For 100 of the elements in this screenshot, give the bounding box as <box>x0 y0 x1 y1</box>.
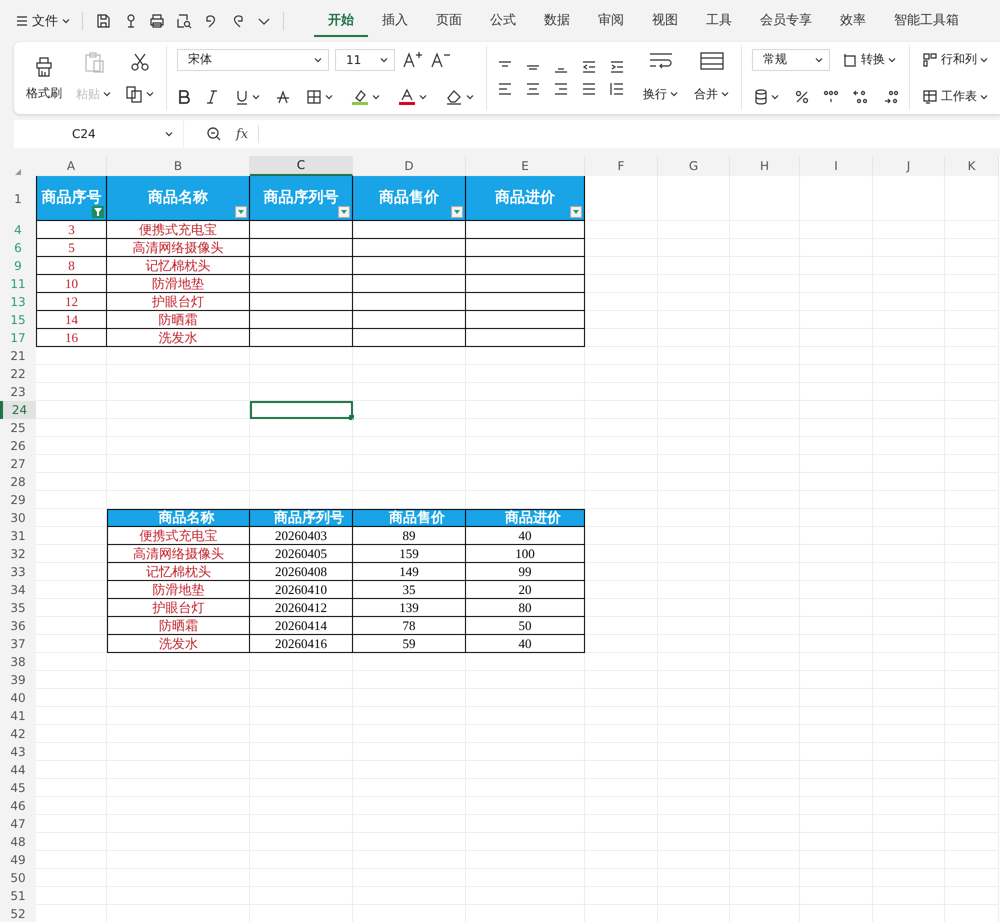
column-header[interactable]: G <box>658 156 730 176</box>
grid-cell[interactable] <box>466 653 585 671</box>
grid-cell[interactable] <box>466 347 585 365</box>
caret-icon[interactable] <box>888 56 896 62</box>
grid-cell[interactable] <box>585 635 658 653</box>
decrease-decimal-icon[interactable] <box>883 90 899 104</box>
caret-icon[interactable] <box>980 56 988 62</box>
ribbon-tab[interactable]: 公式 <box>476 5 530 37</box>
caret-icon[interactable] <box>380 56 388 62</box>
row-header[interactable]: 45 <box>0 779 36 797</box>
column-header[interactable]: F <box>585 156 658 176</box>
grid-cell[interactable] <box>107 383 250 401</box>
grid-cell[interactable] <box>250 419 353 437</box>
caret-icon[interactable] <box>252 94 260 100</box>
row-header[interactable]: 23 <box>0 383 36 401</box>
thousands-separator-icon[interactable] <box>823 90 839 104</box>
row-header[interactable]: 43 <box>0 743 36 761</box>
justify-icon[interactable] <box>581 82 597 96</box>
row-header[interactable]: 26 <box>0 437 36 455</box>
caret-icon[interactable] <box>721 91 729 98</box>
ribbon-tab[interactable]: 页面 <box>422 5 476 37</box>
bold-icon[interactable] <box>177 88 191 104</box>
row-header[interactable]: 42 <box>0 725 36 743</box>
save-icon[interactable] <box>95 13 111 29</box>
row-header[interactable]: 25 <box>0 419 36 437</box>
filter-dropdown-button[interactable] <box>235 206 247 218</box>
database-icon[interactable] <box>754 88 768 104</box>
row-header[interactable]: 38 <box>0 653 36 671</box>
column-header[interactable]: K <box>945 156 999 176</box>
convert-button[interactable]: 转换 <box>840 49 898 70</box>
caret-icon[interactable] <box>325 94 333 100</box>
caret-icon[interactable] <box>62 18 70 24</box>
column-header[interactable]: D <box>353 156 466 176</box>
zoom-out-icon[interactable] <box>206 126 222 142</box>
grid-cell[interactable] <box>585 653 658 671</box>
grid-cell[interactable] <box>945 176 999 221</box>
row-header[interactable]: 33 <box>0 563 36 581</box>
distributed-icon[interactable] <box>609 82 625 96</box>
grid-cell[interactable] <box>36 491 107 509</box>
grid-cell[interactable] <box>353 653 466 671</box>
grid-cell[interactable] <box>250 347 353 365</box>
grid-cell[interactable] <box>800 176 873 221</box>
ribbon-tab[interactable]: 智能工具箱 <box>880 5 973 37</box>
ribbon-tab[interactable]: 插入 <box>368 5 422 37</box>
underline-icon[interactable] <box>235 88 249 104</box>
ribbon-tab[interactable]: 效率 <box>826 5 880 37</box>
merge-cells-icon[interactable] <box>698 51 724 72</box>
ribbon-tab[interactable]: 开始 <box>314 5 368 37</box>
increase-decimal-icon[interactable] <box>853 90 869 104</box>
ribbon-tab[interactable]: 视图 <box>638 5 692 37</box>
grid-cell[interactable] <box>585 527 658 545</box>
column-header[interactable]: H <box>730 156 800 176</box>
name-box[interactable]: C24 <box>14 120 184 148</box>
align-left-icon[interactable] <box>497 82 513 96</box>
grid-cell[interactable] <box>730 176 800 221</box>
row-header[interactable]: 24 <box>0 401 36 419</box>
caret-icon[interactable] <box>372 94 380 100</box>
decrease-indent-icon[interactable] <box>581 60 597 74</box>
grid-cell[interactable] <box>36 581 107 599</box>
decrease-font-icon[interactable] <box>429 50 451 68</box>
row-header[interactable]: 30 <box>0 509 36 527</box>
row-header[interactable]: 31 <box>0 527 36 545</box>
row-header[interactable]: 48 <box>0 833 36 851</box>
row-header[interactable]: 50 <box>0 869 36 887</box>
rows-columns-button[interactable]: 行和列 <box>920 49 990 70</box>
font-size-select[interactable]: 11 <box>335 48 395 70</box>
grid-cell[interactable] <box>36 617 107 635</box>
row-header[interactable]: 28 <box>0 473 36 491</box>
grid-cell[interactable] <box>250 653 353 671</box>
grid-cell[interactable] <box>585 275 658 293</box>
grid-cell[interactable] <box>36 545 107 563</box>
grid-cell[interactable] <box>36 419 107 437</box>
column-header[interactable]: A <box>36 156 107 176</box>
eraser-icon[interactable] <box>445 88 463 106</box>
grid-cell[interactable] <box>36 383 107 401</box>
grid-cell[interactable] <box>585 239 658 257</box>
align-right-icon[interactable] <box>553 82 569 96</box>
grid-cell[interactable] <box>585 257 658 275</box>
row-header[interactable]: 51 <box>0 887 36 905</box>
column-header[interactable]: E <box>466 156 585 176</box>
grid-cell[interactable] <box>585 545 658 563</box>
row-header[interactable]: 40 <box>0 689 36 707</box>
print-icon[interactable] <box>149 13 165 29</box>
grid-cell[interactable] <box>107 401 250 419</box>
grid-cell[interactable] <box>107 419 250 437</box>
grid-cell[interactable] <box>353 383 466 401</box>
grid-cell[interactable] <box>107 347 250 365</box>
grid-cell[interactable] <box>36 635 107 653</box>
grid-cell[interactable] <box>36 599 107 617</box>
row-header[interactable]: 32 <box>0 545 36 563</box>
column-header[interactable]: I <box>800 156 873 176</box>
active-cell[interactable] <box>250 401 353 419</box>
filter-dropdown-button[interactable] <box>570 206 582 218</box>
grid-cell[interactable] <box>353 347 466 365</box>
column-header[interactable]: B <box>107 156 250 176</box>
caret-icon[interactable] <box>466 94 474 100</box>
grid-cell[interactable] <box>585 311 658 329</box>
caret-icon[interactable] <box>419 94 427 100</box>
caret-icon[interactable] <box>165 131 173 137</box>
row-header[interactable]: 46 <box>0 797 36 815</box>
